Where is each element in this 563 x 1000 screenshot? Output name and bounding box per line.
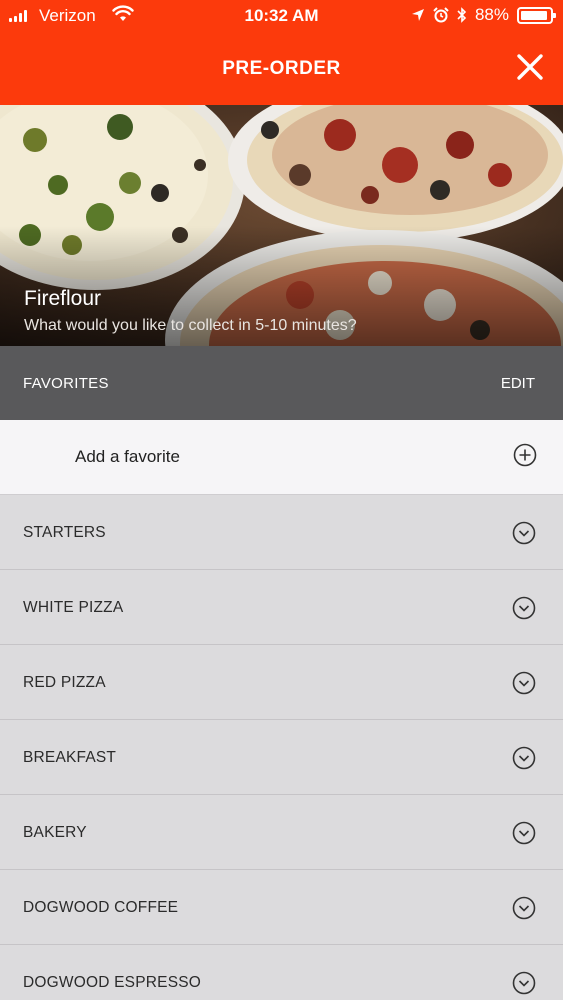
plus-circle-icon[interactable]	[513, 443, 537, 467]
category-label: DOGWOOD ESPRESSO	[23, 974, 202, 991]
category-label: BREAKFAST	[23, 749, 117, 766]
chevron-down-circle-icon	[512, 971, 536, 995]
chevron-down-circle-icon	[512, 521, 536, 545]
status-bar: Verizon 10:32 AM 88%	[0, 0, 563, 34]
page-title: PRE-ORDER	[222, 58, 341, 79]
category-label: RED PIZZA	[23, 674, 106, 691]
alarm-icon	[433, 7, 449, 23]
category-row-breakfast[interactable]: BREAKFAST	[0, 720, 563, 795]
category-label: BAKERY	[23, 824, 87, 841]
category-label: WHITE PIZZA	[23, 599, 124, 616]
chevron-down-circle-icon	[512, 596, 536, 620]
category-row-dogwood-coffee[interactable]: DOGWOOD COFFEE	[0, 870, 563, 945]
close-icon[interactable]	[515, 52, 545, 82]
category-row-red-pizza[interactable]: RED PIZZA	[0, 645, 563, 720]
restaurant-hero: Fireflour What would you like to collect…	[0, 105, 563, 346]
favorites-header: FAVORITES EDIT	[0, 346, 563, 420]
add-favorite-label: Add a favorite	[75, 447, 180, 466]
chevron-down-circle-icon	[512, 896, 536, 920]
restaurant-subtitle: What would you like to collect in 5-10 m…	[24, 317, 357, 334]
top-bar: Verizon 10:32 AM 88% PRE-ORDER	[0, 0, 563, 105]
category-row-white-pizza[interactable]: WHITE PIZZA	[0, 570, 563, 645]
category-row-bakery[interactable]: BAKERY	[0, 795, 563, 870]
chevron-down-circle-icon	[512, 821, 536, 845]
chevron-down-circle-icon	[512, 671, 536, 695]
location-arrow-icon	[411, 9, 424, 21]
category-row-dogwood-espresso[interactable]: DOGWOOD ESPRESSO	[0, 945, 563, 1000]
add-favorite-row[interactable]: Add a favorite	[0, 420, 563, 495]
favorites-label: FAVORITES	[23, 375, 109, 392]
restaurant-name: Fireflour	[24, 287, 102, 310]
category-row-starters[interactable]: STARTERS	[0, 495, 563, 570]
edit-favorites-button[interactable]: EDIT	[501, 375, 535, 392]
category-label: DOGWOOD COFFEE	[23, 899, 179, 916]
category-label: STARTERS	[23, 524, 106, 541]
battery-percent: 88%	[474, 5, 509, 24]
chevron-down-circle-icon	[512, 746, 536, 770]
bluetooth-icon	[457, 7, 467, 23]
battery-icon	[517, 6, 556, 24]
